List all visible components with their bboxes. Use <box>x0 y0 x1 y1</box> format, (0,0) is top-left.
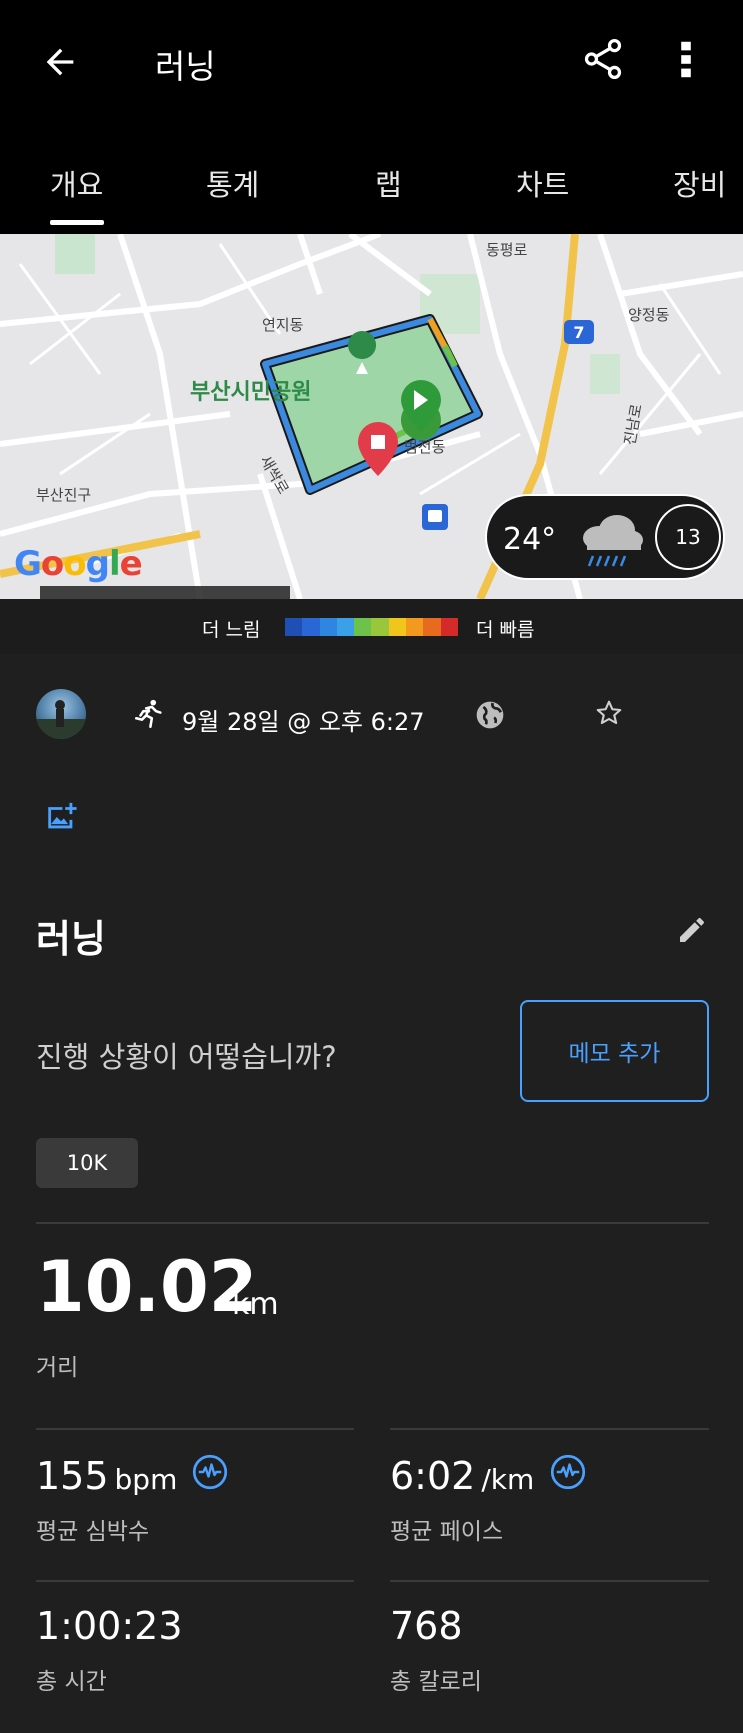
distance-unit: km <box>232 1287 279 1322</box>
progress-question: 진행 상황이 어떻습니까? <box>36 1040 337 1074</box>
share-button[interactable] <box>580 36 630 86</box>
avg-pace-unit: /km <box>481 1463 535 1496</box>
rain-cloud-icon <box>583 515 643 567</box>
running-icon <box>134 699 162 729</box>
add-memo-button[interactable]: 메모 추가 <box>520 1000 709 1102</box>
share-icon <box>584 38 622 80</box>
page-title: 러닝 <box>155 47 216 86</box>
legend-swatch <box>406 618 424 636</box>
active-tab-indicator <box>50 220 104 225</box>
avg-heart-rate-label: 평균 심박수 <box>36 1519 150 1545</box>
distance-value: 10.02 <box>36 1246 258 1328</box>
arrow-back-icon <box>46 48 74 76</box>
tab-overview[interactable]: 개요 <box>50 162 103 204</box>
heart-rate-icon[interactable] <box>192 1454 228 1490</box>
legend-swatch <box>354 618 372 636</box>
pace-legend: 더 느림 더 빠름 <box>0 599 743 654</box>
legend-swatch <box>371 618 389 636</box>
pace-chart-icon[interactable] <box>550 1454 586 1490</box>
more-options-button[interactable] <box>674 36 714 86</box>
avg-heart-rate-stat: 155 bpm 평균 심박수 <box>36 1454 177 1546</box>
weather-temperature: 24° <box>503 522 557 557</box>
map-label-citizen-park: 부산시민공원 <box>190 380 312 405</box>
legend-swatch <box>319 618 337 636</box>
avg-heart-rate-unit: bpm <box>114 1463 178 1496</box>
distance-label: 거리 <box>36 1355 79 1381</box>
avg-pace-value: 6:02 <box>390 1454 476 1498</box>
activity-info-row: 9월 28일 @ 오후 6:27 <box>0 680 743 750</box>
google-logo: Google <box>14 544 143 584</box>
legend-swatch <box>285 618 303 636</box>
total-time-label: 총 시간 <box>36 1669 107 1695</box>
legend-swatch <box>302 618 320 636</box>
avatar[interactable] <box>36 689 86 739</box>
map-label-yeonji-dong: 연지동 <box>262 316 304 334</box>
map-label-yangjeong-dong: 양정동 <box>628 306 670 324</box>
activity-name: 러닝 <box>36 917 106 961</box>
star-icon[interactable] <box>594 698 624 728</box>
tab-laps[interactable]: 랩 <box>375 162 402 204</box>
divider <box>36 1222 709 1224</box>
calories-value: 768 <box>390 1604 463 1648</box>
map-label-beomjeon-dong: 범전동 <box>404 438 446 456</box>
tab-stats[interactable]: 통계 <box>206 162 259 204</box>
total-time-value: 1:00:23 <box>36 1604 183 1648</box>
tab-charts[interactable]: 차트 <box>516 162 569 204</box>
legend-swatch <box>336 618 355 636</box>
total-time-stat: 1:00:23 총 시간 <box>36 1604 183 1696</box>
avg-pace-stat: 6:02/km 평균 페이스 <box>390 1454 534 1546</box>
map-label-busanjin-gu: 부산진구 <box>36 486 92 504</box>
legend-slow-label: 더 느림 <box>202 619 261 641</box>
divider <box>36 1580 354 1582</box>
calories-label: 총 칼로리 <box>390 1669 482 1695</box>
legend-color-bar <box>285 618 458 636</box>
tab-bar: 개요 통계 랩 차트 장비 <box>0 120 743 234</box>
route-map[interactable]: 7 동평로 연지동 양정동 부산시민공원 범전동 부산진구 새싹로 진남로 Go… <box>0 234 743 599</box>
activity-tag[interactable]: 10K <box>36 1138 138 1188</box>
legend-swatch <box>440 618 458 636</box>
tab-gear[interactable]: 장비 <box>673 162 726 204</box>
activity-datetime: 9월 28일 @ 오후 6:27 <box>182 708 425 736</box>
legend-swatch <box>388 618 407 636</box>
divider <box>390 1580 709 1582</box>
legend-swatch <box>423 618 441 636</box>
back-button[interactable] <box>36 38 84 86</box>
divider <box>36 1428 354 1430</box>
more-vert-icon <box>681 41 691 78</box>
wind-speed-indicator: 13 <box>655 504 721 570</box>
person-silhouette-icon <box>36 700 86 739</box>
calories-stat: 768 총 칼로리 <box>390 1604 482 1696</box>
legend-fast-label: 더 빠름 <box>476 619 535 641</box>
app-bar: 러닝 <box>0 0 743 120</box>
weather-badge[interactable]: 24° 13 <box>485 494 725 580</box>
map-label-dongpyeong-ro: 동평로 <box>486 241 528 259</box>
road-number-label: 7 <box>573 323 584 342</box>
pencil-icon[interactable] <box>676 914 708 946</box>
globe-icon[interactable] <box>474 699 506 731</box>
avg-pace-label: 평균 페이스 <box>390 1519 504 1545</box>
divider <box>390 1428 709 1430</box>
add-photo-icon[interactable] <box>44 800 78 834</box>
avg-heart-rate-value: 155 <box>36 1454 109 1498</box>
